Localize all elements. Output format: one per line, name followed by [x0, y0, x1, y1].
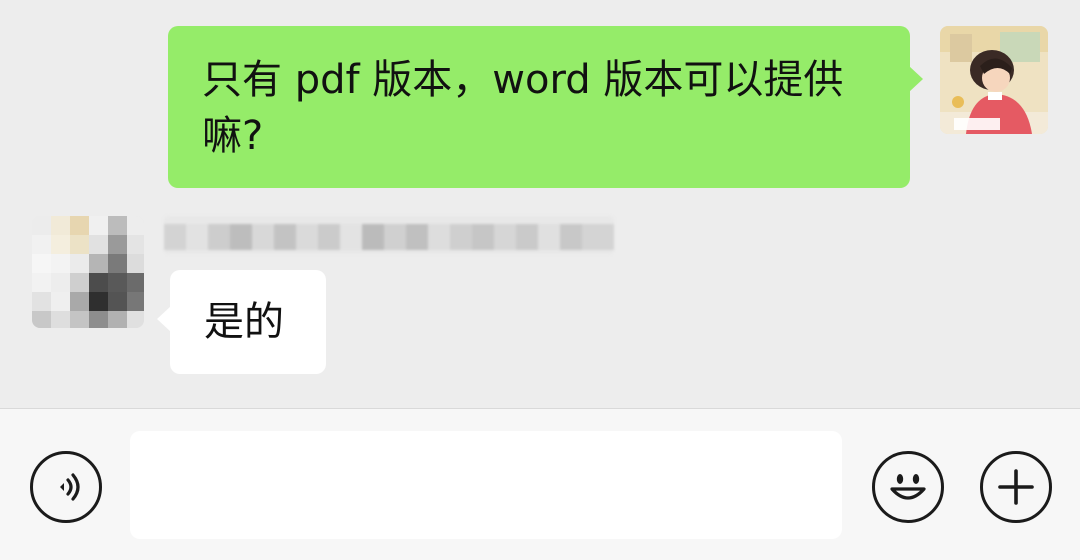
peer-avatar[interactable]: [32, 216, 144, 328]
self-avatar[interactable]: [940, 26, 1048, 134]
peer-name-pixelated-image: [164, 216, 614, 254]
input-bar: [0, 408, 1080, 560]
outgoing-message-bubble[interactable]: 只有 pdf 版本，word 版本可以提供嘛?: [168, 26, 923, 188]
incoming-message-bubble[interactable]: 是的: [157, 270, 326, 374]
emoji-icon: [890, 474, 926, 500]
message-input[interactable]: [130, 431, 842, 539]
peer-avatar-pixelated-image: [32, 216, 144, 328]
outgoing-message-text: 只有 pdf 版本，word 版本可以提供嘛?: [202, 57, 844, 159]
self-avatar-image: [940, 26, 1048, 134]
emoji-button[interactable]: [872, 451, 944, 523]
voice-icon: [60, 473, 80, 501]
peer-name-redacted: [164, 216, 614, 254]
incoming-message-text: 是的: [204, 299, 284, 345]
voice-button[interactable]: [30, 451, 102, 523]
more-button[interactable]: [980, 451, 1052, 523]
chat-area: 只有 pdf 版本，word 版本可以提供嘛? 是的: [0, 0, 1080, 408]
plus-icon: [998, 469, 1034, 505]
